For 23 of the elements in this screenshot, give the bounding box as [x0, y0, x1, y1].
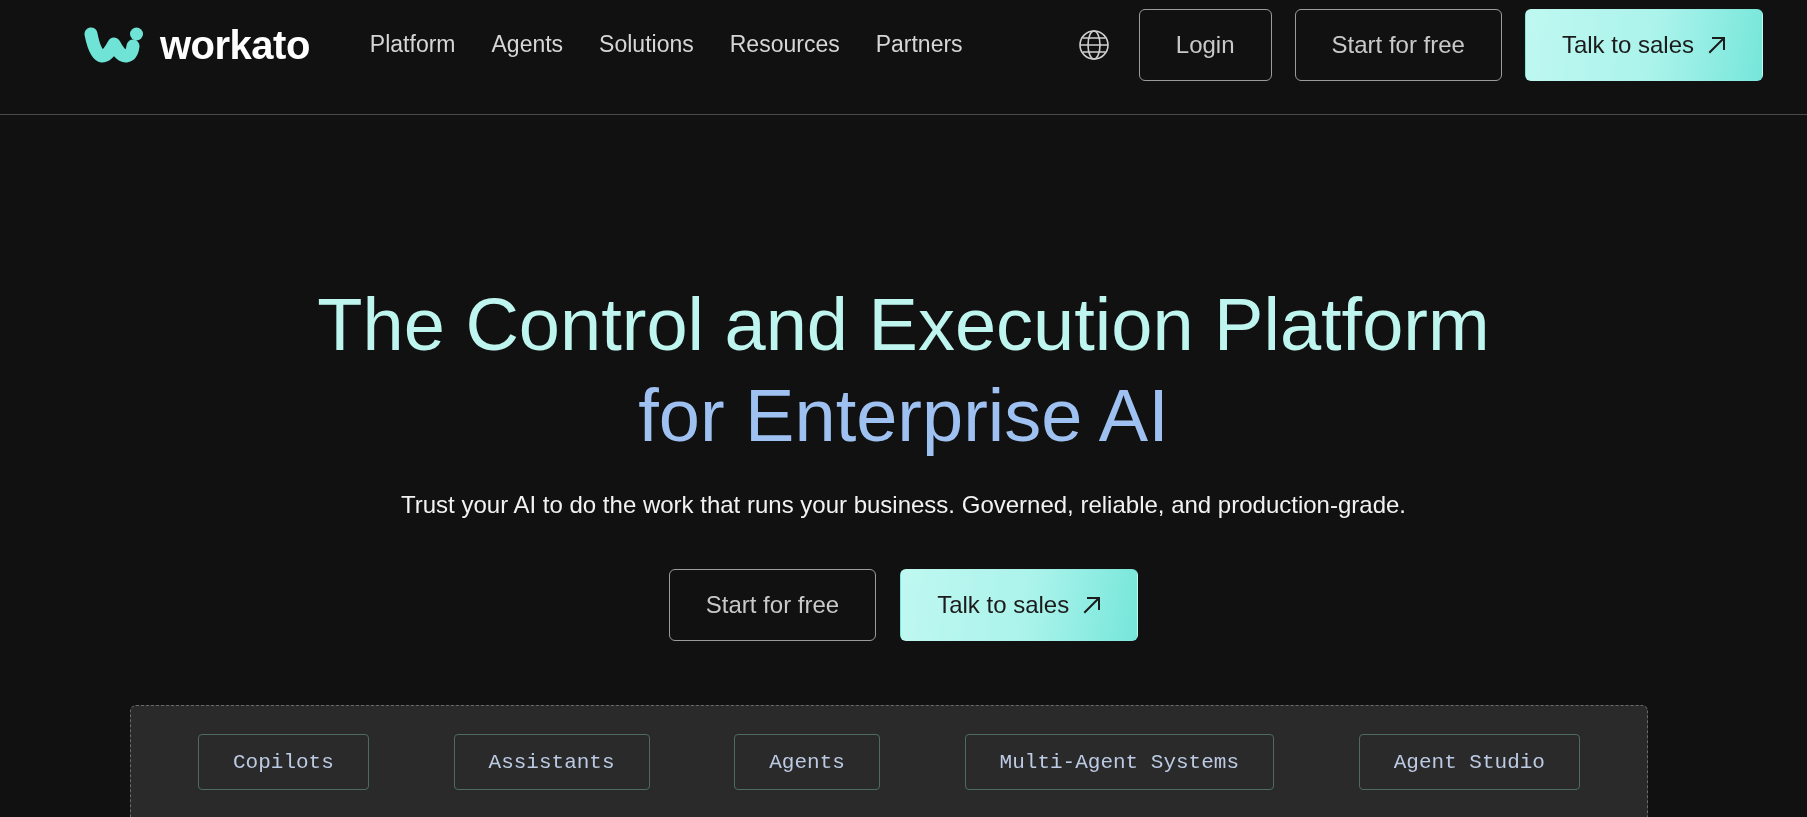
nav-link[interactable]: Solutions	[599, 30, 694, 59]
nav-link[interactable]: Platform	[369, 30, 456, 59]
nav-link[interactable]: Resources	[729, 30, 840, 59]
nav-link[interactable]: Agents	[491, 30, 564, 59]
secondary-button[interactable]: Start for free	[1294, 8, 1502, 81]
secondary-button[interactable]: Start for free	[668, 569, 877, 641]
capability-tag: Copilots	[198, 734, 369, 790]
primary-button[interactable]: Talk to sales	[900, 569, 1139, 641]
nav-link[interactable]: Partners	[875, 30, 963, 59]
globe-icon	[1078, 29, 1109, 60]
logo-link[interactable]: workato	[84, 22, 310, 67]
capability-tag: Agents	[734, 734, 880, 790]
capability-tag: Multi-Agent Systems	[964, 734, 1275, 790]
secondary-button[interactable]: Login	[1138, 8, 1272, 81]
arrow-up-right-icon	[1708, 35, 1726, 54]
logo-icon	[84, 26, 144, 63]
language-button[interactable]	[1078, 29, 1109, 60]
arrow-up-right-icon	[1083, 596, 1102, 614]
capability-tag: Agent Studio	[1358, 734, 1580, 790]
hero-headline: The Control and Execution Platform for Enterprise AI	[317, 282, 1490, 459]
primary-button[interactable]: Talk to sales	[1524, 8, 1763, 81]
hero-subtitle: Trust your AI to do the work that runs your business. Governed, reliable, and production-grade.	[401, 490, 1406, 520]
capability-tag: Assistants	[453, 734, 650, 790]
